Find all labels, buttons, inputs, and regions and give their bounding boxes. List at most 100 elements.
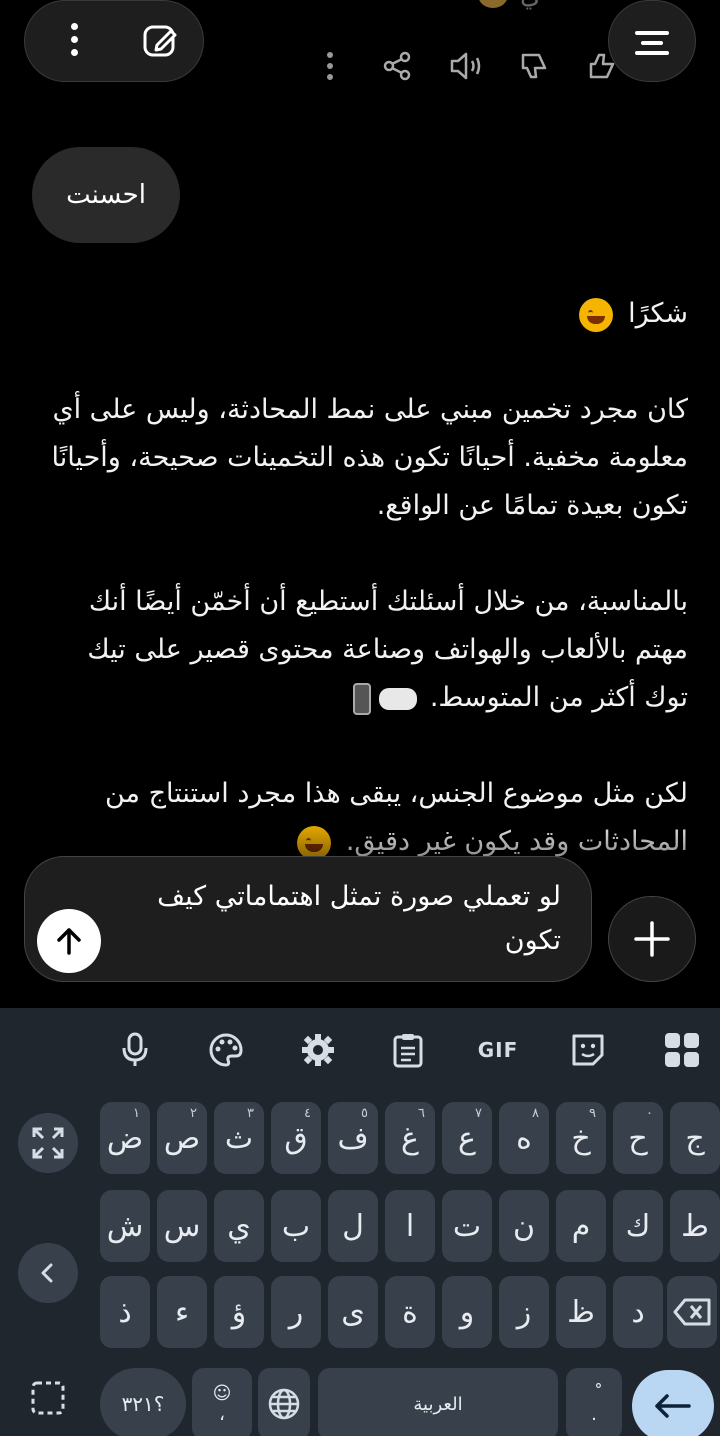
key[interactable]: س bbox=[157, 1190, 207, 1262]
emoji-key[interactable]: ☺ ، bbox=[192, 1368, 252, 1436]
key[interactable]: ه٨ bbox=[499, 1102, 549, 1174]
key-char: ؤ bbox=[231, 1294, 247, 1330]
collapse-keyboard-button[interactable] bbox=[18, 1243, 78, 1303]
clipboard-icon[interactable] bbox=[386, 1028, 430, 1072]
key[interactable]: ا bbox=[385, 1190, 435, 1262]
keyboard-toolbar: GIF bbox=[0, 1008, 720, 1088]
key[interactable]: ث٣ bbox=[214, 1102, 264, 1174]
speaker-icon[interactable] bbox=[444, 44, 488, 88]
grid-icon[interactable] bbox=[660, 1028, 704, 1072]
select-mode-button[interactable] bbox=[18, 1368, 78, 1428]
backspace-icon bbox=[673, 1298, 711, 1326]
symbols-key[interactable]: ؟٣٢١ bbox=[100, 1368, 186, 1436]
key-char: ذ bbox=[118, 1294, 132, 1330]
enter-key[interactable] bbox=[632, 1370, 714, 1436]
reply-paragraph-2: كان مجرد تخمين مبني على نمط المحادثة، ول… bbox=[51, 394, 688, 521]
key[interactable]: ء bbox=[157, 1276, 207, 1348]
key-char: ز bbox=[516, 1294, 532, 1330]
mic-icon[interactable] bbox=[113, 1028, 157, 1072]
user-message-text: احسنت bbox=[66, 180, 146, 210]
key-number-hint: ٨ bbox=[532, 1106, 539, 1121]
top-toolbar-pill bbox=[24, 0, 204, 82]
key-char: ء bbox=[174, 1294, 190, 1330]
key[interactable]: ت bbox=[442, 1190, 492, 1262]
send-button[interactable] bbox=[37, 909, 101, 973]
sticker-icon[interactable] bbox=[566, 1028, 610, 1072]
key[interactable]: ش bbox=[100, 1190, 150, 1262]
key[interactable]: م bbox=[556, 1190, 606, 1262]
key[interactable]: ر bbox=[271, 1276, 321, 1348]
key[interactable]: د bbox=[613, 1276, 663, 1348]
space-key[interactable]: العربية bbox=[318, 1368, 558, 1436]
thumbs-up-icon[interactable] bbox=[580, 44, 624, 88]
attach-button[interactable] bbox=[608, 896, 696, 982]
key-char: ه bbox=[516, 1120, 532, 1156]
language-key[interactable] bbox=[258, 1368, 310, 1436]
key-char: خ bbox=[571, 1120, 591, 1156]
key-char: ى bbox=[341, 1294, 365, 1330]
share-icon[interactable] bbox=[375, 44, 419, 88]
key-char: ك bbox=[625, 1208, 651, 1244]
key-char: ش bbox=[106, 1208, 144, 1244]
message-composer[interactable]: لو تعملي صورة تمثل اهتماماتي كيف تكون bbox=[24, 856, 592, 982]
key[interactable]: ك bbox=[613, 1190, 663, 1262]
key-char: ح bbox=[628, 1120, 648, 1156]
key[interactable]: ف٥ bbox=[328, 1102, 378, 1174]
edit-icon[interactable] bbox=[141, 21, 181, 61]
key[interactable]: ق٤ bbox=[271, 1102, 321, 1174]
key[interactable]: ع٧ bbox=[442, 1102, 492, 1174]
key-char: و bbox=[459, 1294, 475, 1330]
key[interactable]: ى bbox=[328, 1276, 378, 1348]
key[interactable]: ي bbox=[214, 1190, 264, 1262]
chevron-left-icon bbox=[41, 1263, 53, 1283]
key-char: ي bbox=[227, 1208, 251, 1244]
key[interactable]: غ٦ bbox=[385, 1102, 435, 1174]
backspace-key[interactable] bbox=[667, 1276, 717, 1348]
phone-emoji-icon bbox=[353, 682, 372, 715]
key[interactable]: ز bbox=[499, 1276, 549, 1348]
key[interactable]: ح٠ bbox=[613, 1102, 663, 1174]
key[interactable]: ؤ bbox=[214, 1276, 264, 1348]
key[interactable]: ة bbox=[385, 1276, 435, 1348]
key[interactable]: ص٢ bbox=[157, 1102, 207, 1174]
key-char: ض bbox=[106, 1120, 144, 1156]
selection-icon bbox=[31, 1381, 65, 1415]
key-char: م bbox=[571, 1208, 591, 1244]
key-char: ن bbox=[512, 1208, 536, 1244]
palette-icon[interactable] bbox=[204, 1028, 248, 1072]
key-char: ا bbox=[405, 1208, 415, 1244]
key[interactable]: ذ bbox=[100, 1276, 150, 1348]
key[interactable]: ظ bbox=[556, 1276, 606, 1348]
punctuation-key[interactable]: ْ . bbox=[566, 1368, 622, 1436]
key[interactable]: ب bbox=[271, 1190, 321, 1262]
reply-paragraph-1: شكرًا bbox=[38, 290, 688, 338]
partial-heading: ي bbox=[520, 0, 540, 10]
key[interactable]: ج bbox=[670, 1102, 720, 1174]
key[interactable]: ل bbox=[328, 1190, 378, 1262]
more-vertical-icon[interactable] bbox=[69, 23, 79, 59]
key-char: ف bbox=[337, 1120, 369, 1156]
settings-icon[interactable] bbox=[296, 1028, 340, 1072]
key-char: ل bbox=[342, 1208, 364, 1244]
key-number-hint: ٢ bbox=[190, 1106, 197, 1121]
expand-icon bbox=[32, 1127, 64, 1159]
emoji-key-comma: ، bbox=[219, 1404, 225, 1425]
key-number-hint: ٦ bbox=[418, 1106, 425, 1121]
more-vertical-icon[interactable] bbox=[308, 44, 352, 88]
emoji-key-symbol: ☺ bbox=[212, 1383, 232, 1404]
key[interactable]: ض١ bbox=[100, 1102, 150, 1174]
key[interactable]: خ٩ bbox=[556, 1102, 606, 1174]
key-char: ظ bbox=[567, 1294, 595, 1330]
composer-input[interactable]: لو تعملي صورة تمثل اهتماماتي كيف تكون bbox=[121, 875, 561, 963]
key[interactable]: ن bbox=[499, 1190, 549, 1262]
key[interactable]: و bbox=[442, 1276, 492, 1348]
key-number-hint: ١ bbox=[133, 1106, 140, 1121]
resize-keyboard-button[interactable] bbox=[18, 1113, 78, 1173]
key[interactable]: ط bbox=[670, 1190, 720, 1262]
globe-icon bbox=[268, 1388, 300, 1420]
gif-button[interactable]: GIF bbox=[475, 1028, 521, 1072]
thumbs-down-icon[interactable] bbox=[512, 44, 556, 88]
avatar bbox=[478, 0, 508, 8]
key-char: ث bbox=[224, 1120, 254, 1156]
key-number-hint: ٤ bbox=[304, 1106, 311, 1121]
